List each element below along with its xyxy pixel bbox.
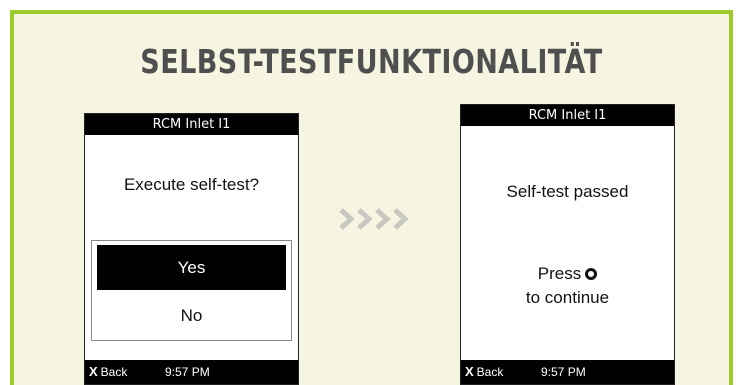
self-test-question: Execute self-test? — [123, 175, 260, 194]
continue-text: to continue — [525, 288, 610, 307]
chevron-right-icon — [339, 208, 355, 230]
chevron-right-icon — [357, 208, 373, 230]
screen-footer: X Back 9:57 PM — [85, 360, 298, 384]
device-screen-result: RCM Inlet I1 Self-test passed Press to c… — [460, 104, 675, 385]
chevron-right-icon — [393, 208, 409, 230]
circle-ok-icon — [585, 268, 598, 280]
option-no[interactable]: No — [97, 293, 286, 338]
continue-instruction: Press to continue — [461, 262, 674, 310]
screen-footer: X Back 9:57 PM — [461, 360, 674, 384]
clock-time: 9:57 PM — [165, 365, 210, 379]
chevron-right-icon — [375, 208, 391, 230]
chevrons-right-icon — [338, 208, 410, 230]
options-list: Yes No — [91, 240, 292, 341]
close-icon: X — [89, 364, 98, 379]
close-icon: X — [465, 364, 474, 379]
press-text: Press — [537, 264, 582, 283]
back-button[interactable]: X Back — [465, 364, 504, 379]
back-label: Back — [476, 365, 504, 379]
screen-header: RCM Inlet I1 — [461, 105, 674, 126]
back-label: Back — [100, 365, 128, 379]
clock-time: 9:57 PM — [541, 365, 586, 379]
screen-header: RCM Inlet I1 — [85, 114, 298, 135]
self-test-result: Self-test passed — [506, 182, 629, 201]
back-button[interactable]: X Back — [89, 364, 128, 379]
option-yes[interactable]: Yes — [97, 245, 286, 290]
device-screen-confirm: RCM Inlet I1 Execute self-test? Yes No X… — [84, 113, 299, 385]
page-title: SELBST-TESTFUNKTIONALITÄT — [140, 42, 603, 81]
